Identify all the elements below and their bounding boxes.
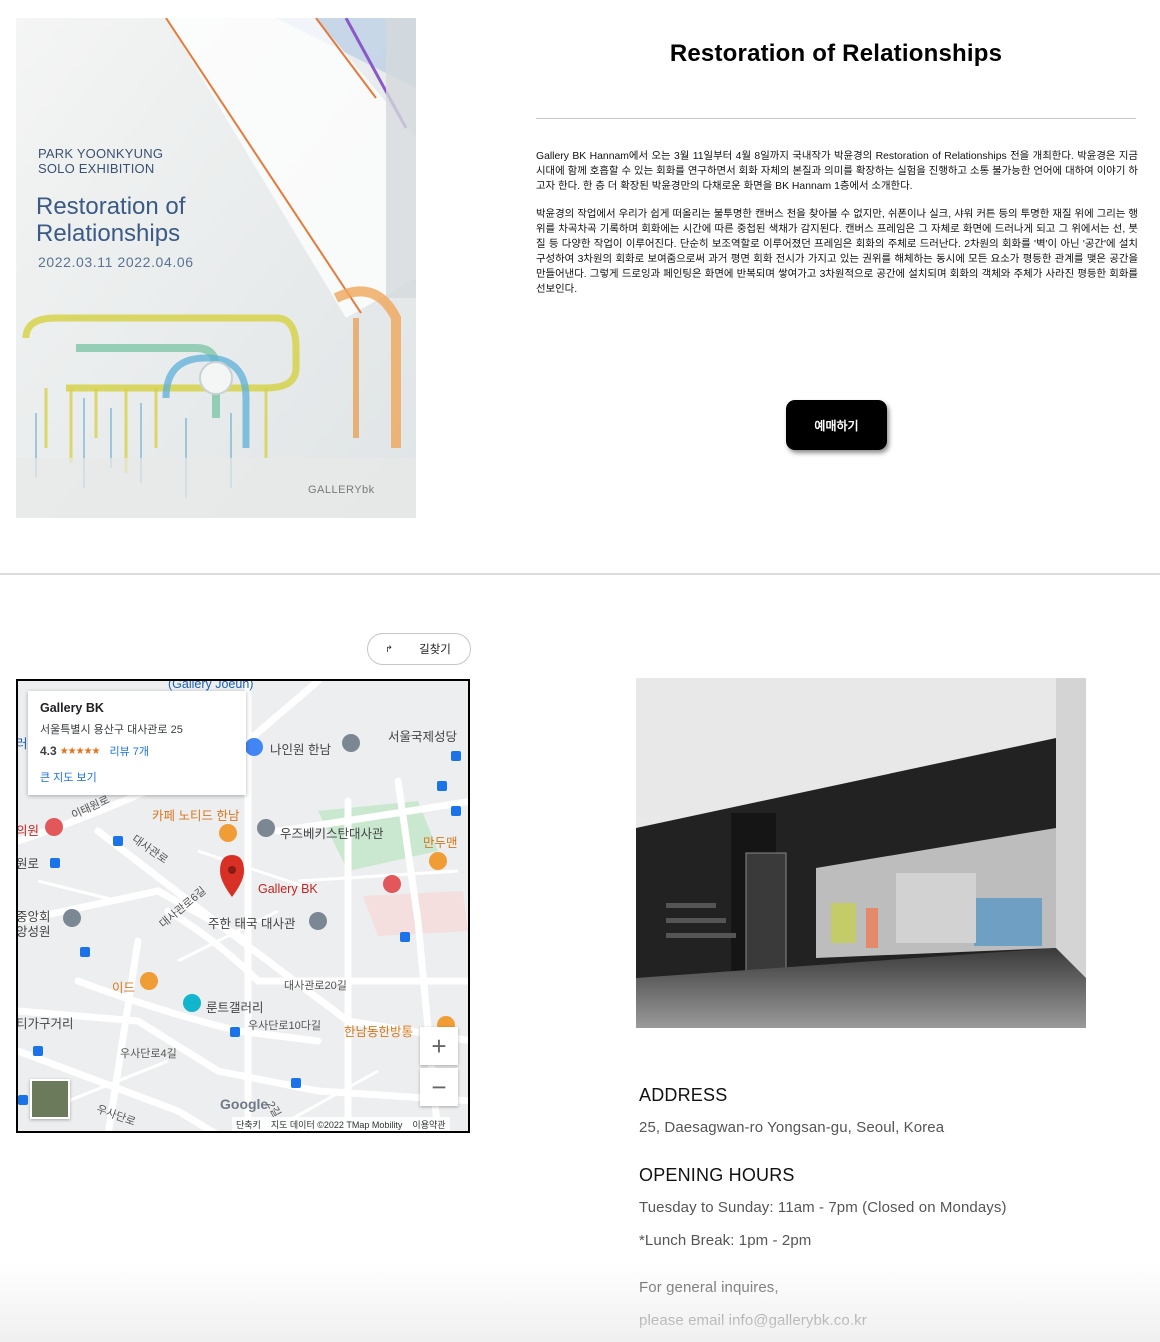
map-label-daesagwan-20gil: 대사관로20길 <box>284 980 347 992</box>
google-logo: Google <box>220 1096 269 1112</box>
direction-arrow-icon: ↱ <box>385 643 393 654</box>
map-label-usadan-4gil: 우사단로4길 <box>120 1048 177 1060</box>
place-name: Gallery BK <box>40 701 104 715</box>
keyboard-shortcuts-link[interactable]: 단축키 <box>236 1118 261 1130</box>
section-divider <box>0 573 1160 575</box>
map-label-uzbek-embassy: 우즈베키스탄대사관 <box>280 827 384 841</box>
map-label-cathedral: 서울국제성당 <box>388 730 458 744</box>
terms-link[interactable]: 이용약관 <box>412 1118 445 1130</box>
place-rating: 4.3 <box>40 744 57 758</box>
map-label-hospital: 의원 <box>16 824 40 838</box>
lunch-break-text: *Lunch Break: 1pm - 2pm <box>639 1232 812 1249</box>
gallery-facade-illustration <box>636 678 1086 1028</box>
gallery-exterior-photo <box>636 678 1086 1028</box>
exhibition-title: Restoration of Relationships <box>669 40 1003 67</box>
inquiry-text: For general inquires, <box>639 1279 779 1296</box>
address-text: 25, Daesagwan-ro Yongsan-gu, Seoul, Kore… <box>639 1119 945 1136</box>
map-label-runt-gallery: 룬트갤러리 <box>206 1001 264 1015</box>
map-label-usadan-10dagil: 우사단로10다길 <box>248 1020 321 1032</box>
address-heading: ADDRESS <box>639 1085 728 1105</box>
view-larger-map-link[interactable]: 큰 지도 보기 <box>40 769 234 785</box>
place-rating-row: 4.3 ★★★★★ 리뷰 7개 <box>40 743 234 759</box>
zoom-in-button[interactable]: + <box>420 1027 458 1065</box>
satellite-toggle-icon[interactable] <box>30 1079 70 1119</box>
directions-label: 길찾기 <box>419 644 451 656</box>
poster-exhibition-type: SOLO EXHIBITION <box>38 161 155 176</box>
map-label-street: 티가구거리 <box>16 1017 74 1031</box>
map-attribution: 단축키 지도 데이터 ©2022 TMap Mobility 이용약관 <box>232 1117 450 1131</box>
map-label-eo-left: 러 <box>16 737 28 751</box>
poster-gallery-logo: GALLERYbk <box>308 484 375 496</box>
exhibition-poster: PARK YOONKYUNG SOLO EXHIBITION Restorati… <box>16 18 416 518</box>
map-label-central-2: 앙성원 <box>16 925 51 939</box>
title-divider <box>536 118 1136 119</box>
map-label-mandu: 만두맨 <box>423 836 458 850</box>
star-rating-icon: ★★★★★ <box>59 745 101 757</box>
opening-hours-text: Tuesday to Sunday: 11am - 7pm (Closed on… <box>639 1199 1007 1216</box>
exhibition-description-2: 박윤경의 작업에서 우리가 쉽게 떠올리는 불투명한 캔버스 천을 찾아볼 수 … <box>536 209 1138 295</box>
map-label-cafe: 카페 노티드 한남 <box>152 809 240 823</box>
map-label-nainwon: 나인원 한남 <box>270 743 331 757</box>
book-ticket-button[interactable]: 예매하기 <box>786 400 887 450</box>
directions-button[interactable]: ↱ 길찾기 <box>367 633 471 665</box>
exhibition-description-1: Gallery BK Hannam에서 오는 3월 11일부터 4월 8일까지 … <box>536 151 1138 192</box>
map-label-thai-embassy: 주한 태국 대사관 <box>208 917 296 931</box>
google-map[interactable]: (Gallery Joeun) 나인원 한남 서울국제성당 이태원로 카페 노티… <box>16 679 470 1133</box>
zoom-out-button[interactable]: − <box>420 1068 458 1106</box>
map-label-joeun: (Gallery Joeun) <box>168 679 254 691</box>
poster-title: Restoration of Relationships <box>36 193 186 247</box>
map-label-hannam-clinic: 한남동한방통 <box>344 1025 414 1039</box>
map-data-credit: 지도 데이터 ©2022 TMap Mobility <box>270 1120 403 1130</box>
map-label-ro-left: 원로 <box>16 857 40 871</box>
poster-dates: 2022.03.11 2022.04.06 <box>38 254 194 270</box>
map-label-ide: 이드 <box>112 981 136 995</box>
reviews-link[interactable]: 리뷰 7개 <box>110 743 150 759</box>
poster-artist-name: PARK YOONKYUNG <box>38 146 164 161</box>
place-info-card: Gallery BK 서울특별시 용산구 대사관로 25 4.3 ★★★★★ 리… <box>28 691 246 795</box>
bottom-fade <box>0 1262 1160 1342</box>
poster-artist: PARK YOONKYUNG SOLO EXHIBITION <box>38 146 163 176</box>
place-address: 서울특별시 용산구 대사관로 25 <box>40 724 183 736</box>
contact-email[interactable]: please email info@gallerybk.co.kr <box>639 1312 867 1329</box>
map-label-gallery-bk: Gallery BK <box>258 882 318 896</box>
opening-hours-heading: OPENING HOURS <box>639 1165 795 1185</box>
